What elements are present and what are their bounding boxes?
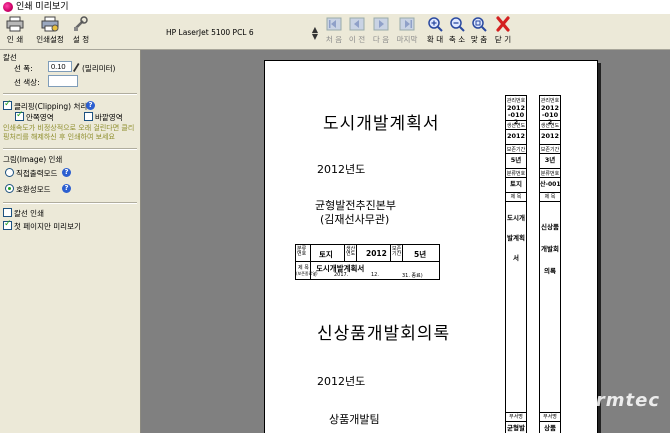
label-date-day: 31. 종료) <box>402 273 423 279</box>
next-page-button[interactable]: 다 음 <box>371 16 391 48</box>
dropdown-arrows-icon: ▲ ▼ <box>311 25 318 41</box>
cutline-print-label: 칼선 인쇄 <box>14 209 44 218</box>
line-color-label: 선 색상: <box>14 78 40 87</box>
printer-setup-icon <box>41 16 59 32</box>
doc-title-1: 도시개발계획서 <box>323 114 440 134</box>
prev-page-icon <box>349 17 365 31</box>
print-button[interactable]: 인 쇄 <box>4 16 26 48</box>
options-panel: 칼선 선 폭: (밀리미터) 선 색상: 클리핑(Clipping) 처리 ? … <box>0 50 141 433</box>
label-title-header: 제 목 <box>298 265 309 271</box>
spine2-keep: 3년 <box>544 156 556 164</box>
spine2-prod: 2012 <box>540 132 560 140</box>
close-icon <box>496 16 510 32</box>
clip-inner-checkbox[interactable] <box>15 110 24 121</box>
last-page-button[interactable]: 마지막 <box>394 16 420 48</box>
spine1-title: 도시개발계획서 <box>507 214 525 262</box>
image-print-label: 그림(Image) 인쇄 <box>3 155 63 164</box>
toolbar: 인 쇄 인쇄설정 설 정 HP LaserJet 5100 PCL 6 ▲ ▼ 처… <box>0 14 670 50</box>
clip-inner-label: 안쪽영역 <box>26 113 54 122</box>
zoom-out-button[interactable]: 축 소 <box>447 16 467 48</box>
spine-label-2: 관리번호 2012-0102 생산연도 2012 보존기간 3년 분류번호 산-… <box>539 95 561 433</box>
zoom-in-button[interactable]: 확 대 <box>425 16 445 48</box>
settings-button[interactable]: 설 정 <box>70 16 92 48</box>
label-class-value: 토지 <box>319 250 333 259</box>
clip-outer-checkbox[interactable] <box>84 112 93 121</box>
app-icon <box>3 2 13 12</box>
print-setup-button[interactable]: 인쇄설정 <box>32 16 68 48</box>
compat-mode-label: 호환성모드 <box>16 185 51 194</box>
label-class-header: 분류 번호 <box>297 246 307 257</box>
next-page-icon <box>373 17 389 31</box>
printer-icon <box>6 16 24 32</box>
divider <box>3 202 137 204</box>
doc-year-2: 2012년도 <box>317 375 366 388</box>
help-icon[interactable]: ? <box>62 168 71 177</box>
printer-select[interactable]: HP LaserJet 5100 PCL 6 ▲ ▼ <box>160 25 320 41</box>
spine1-class: 토지 <box>510 180 522 188</box>
spine2-class: 산-001 <box>540 181 561 188</box>
label-prod-header: 생산 연도 <box>346 246 356 257</box>
cutline-print-checkbox[interactable] <box>3 208 12 217</box>
direct-mode-label: 직접출력모드 <box>16 169 58 178</box>
doc-title-2: 신상품개발회의록 <box>317 324 451 344</box>
label-keep-header: 보존 기간 <box>392 246 402 257</box>
divider <box>3 93 137 95</box>
section-cutline: 칼선 <box>3 53 17 62</box>
zoom-in-icon <box>428 17 443 32</box>
label-date-year: 2017. <box>334 272 349 278</box>
spine2-title: 신상품개발회의록 <box>541 223 559 275</box>
clip-outer-label: 바깥영역 <box>95 113 123 122</box>
pencil-icon <box>73 63 80 72</box>
first-page-only-label: 첫 페이지만 미리보기 <box>14 222 81 231</box>
prev-page-button[interactable]: 이 전 <box>347 16 367 48</box>
doc-dept-2: 상품개발팀 <box>329 413 380 426</box>
spine-label-1: 관리번호 2012-0102 생산연도 2012 보존기간 5년 분류번호 토지… <box>505 95 527 433</box>
line-width-input[interactable] <box>48 61 72 72</box>
settings-icon <box>74 16 88 31</box>
first-page-icon <box>326 17 342 31</box>
help-icon[interactable]: ? <box>86 101 95 110</box>
doc-year-1: 2012년도 <box>317 163 366 176</box>
close-button[interactable]: 닫 기 <box>493 16 513 48</box>
divider <box>3 148 137 150</box>
direct-mode-radio[interactable] <box>5 168 14 177</box>
window-title: 인쇄 미리보기 <box>16 2 69 12</box>
window-titlebar: 인쇄 미리보기 <box>0 0 670 14</box>
doc-dept-1-sub: (김재선사무관) <box>320 213 390 226</box>
clipping-note: 인쇄속도가 비정상적으로 오래 걸린다면 클리핑처리를 해제하신 후 인쇄하여 … <box>3 124 135 141</box>
spine2-dept: 상품 <box>544 424 556 432</box>
line-width-spinner[interactable] <box>72 61 80 72</box>
formtec-watermark: Formtec <box>570 390 660 411</box>
label-keep-value: 5년 <box>414 250 427 259</box>
help-icon[interactable]: ? <box>62 184 71 193</box>
label-prod-value: 2012 <box>366 249 387 258</box>
compat-mode-radio[interactable] <box>5 184 14 193</box>
preview-area[interactable]: 도시개발계획서 2012년도 균형발전추진본부 (김재선사무관) 분류 번호 토… <box>141 50 670 433</box>
zoom-out-icon <box>450 17 465 32</box>
line-color-picker[interactable] <box>48 75 78 87</box>
first-page-only-checkbox[interactable] <box>3 219 12 230</box>
preview-page: 도시개발계획서 2012년도 균형발전추진본부 (김재선사무관) 분류 번호 토… <box>264 60 598 433</box>
fit-zoom-icon <box>472 17 487 32</box>
clipping-checkbox[interactable] <box>3 99 12 110</box>
spine1-prod: 2012 <box>506 132 526 140</box>
line-width-label: 선 폭: <box>14 64 33 73</box>
clipping-label: 클리핑(Clipping) 처리 <box>14 102 88 111</box>
fit-button[interactable]: 맞 춤 <box>469 16 489 48</box>
spine1-keep: 5년 <box>510 156 522 164</box>
label-date-month: 12. <box>371 272 379 278</box>
line-width-unit: (밀리미터) <box>82 64 116 73</box>
spine1-dept: 균형발 <box>507 424 525 432</box>
first-page-button[interactable]: 처 음 <box>324 16 344 48</box>
file-label: 분류 번호 토지 생산 연도 2012 보존 기간 5년 제 목 (보존종료일)… <box>295 244 440 280</box>
last-page-icon <box>399 17 415 31</box>
